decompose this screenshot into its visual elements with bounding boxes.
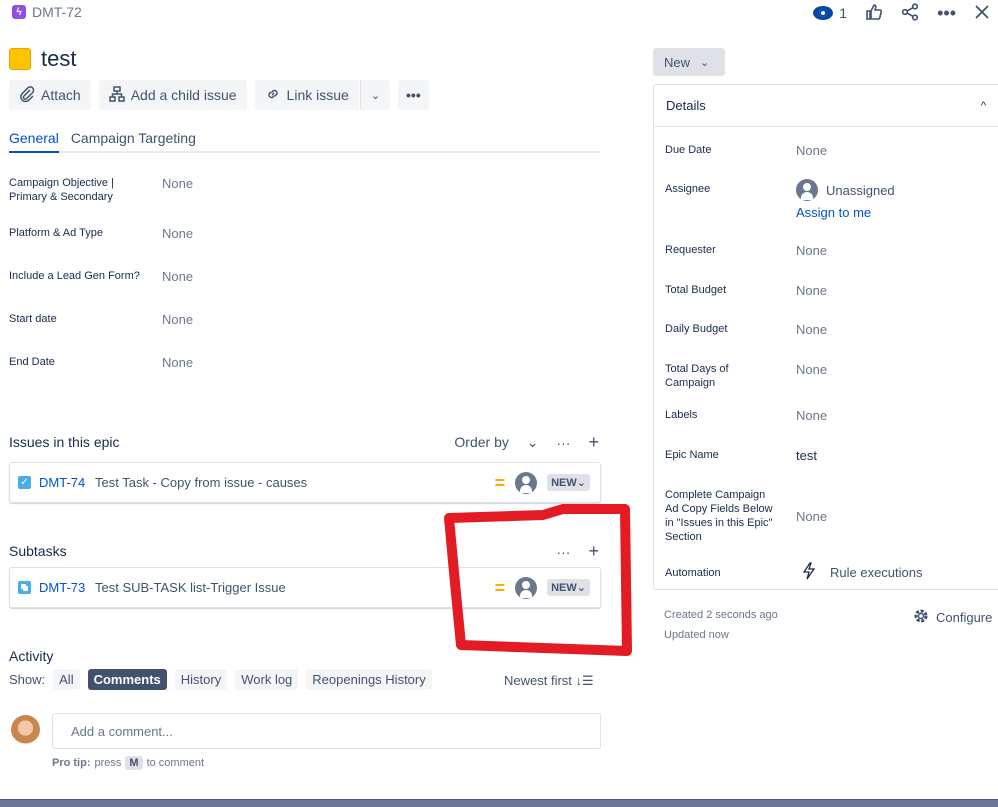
title-row: test	[9, 46, 76, 72]
subtask-icon	[18, 581, 31, 594]
more-actions-button[interactable]: •••	[398, 80, 429, 110]
detail-requester: Requester None	[665, 243, 828, 258]
issue-title[interactable]: test	[41, 46, 76, 72]
issue-key[interactable]: DMT-72	[32, 4, 82, 20]
link-issue-dropdown[interactable]: ⌄	[359, 80, 391, 110]
eye-icon	[813, 6, 834, 20]
filter-all[interactable]: All	[53, 669, 80, 690]
status-dropdown[interactable]: NEW⌄	[547, 579, 590, 596]
priority-medium-icon: =	[494, 472, 506, 493]
issue-actions: 1 •••	[813, 2, 990, 24]
subtasks-actions: ··· +	[556, 541, 599, 562]
status-dropdown[interactable]: NEW⌄	[547, 474, 590, 491]
field-platform-ad-type: Platform & Ad Type None	[9, 226, 194, 241]
order-by-button[interactable]: Order by ⌄	[454, 434, 538, 451]
share-icon[interactable]	[901, 2, 919, 24]
issue-key-link[interactable]: DMT-73	[39, 580, 95, 595]
keyboard-shortcut: M	[125, 756, 143, 770]
more-icon[interactable]: ···	[556, 544, 570, 560]
filter-reopenings-history[interactable]: Reopenings History	[306, 669, 432, 690]
chevron-down-icon: ⌄	[700, 56, 710, 69]
epic-issues-actions: Order by ⌄ ··· +	[454, 432, 599, 453]
attach-button[interactable]: Attach	[9, 80, 91, 110]
sort-order-button[interactable]: Newest first ↓☰	[504, 673, 594, 689]
detail-automation: Automation Rule executions	[665, 562, 923, 583]
watch-button[interactable]: 1	[813, 5, 847, 21]
gear-icon	[912, 607, 930, 628]
configure-button[interactable]: Configure	[912, 607, 992, 628]
subtask-row[interactable]: DMT-73 Test SUB-TASK list-Trigger Issue …	[9, 567, 601, 608]
add-icon[interactable]: +	[588, 541, 599, 562]
subtasks-title: Subtasks	[9, 543, 67, 559]
chevron-down-icon: ⌄	[370, 89, 381, 102]
details-header[interactable]: Details ^	[654, 85, 998, 127]
add-icon[interactable]: +	[588, 432, 599, 453]
watch-count: 1	[839, 5, 848, 21]
link-issue-button[interactable]: Link issue	[254, 80, 359, 110]
epic-color-icon	[9, 48, 31, 70]
detail-daily-budget: Daily Budget None	[665, 322, 828, 337]
unassigned-avatar-icon[interactable]	[515, 576, 538, 599]
tab-general[interactable]: General	[9, 130, 59, 153]
link-icon	[265, 86, 281, 105]
hierarchy-icon	[108, 85, 125, 105]
epic-issues-title: Issues in this epic	[9, 434, 120, 450]
more-icon[interactable]: •••	[937, 4, 956, 22]
filter-comments[interactable]: Comments	[87, 669, 167, 690]
epic-issue-row[interactable]: ✓ DMT-74 Test Task - Copy from issue - c…	[9, 462, 601, 503]
comment-input[interactable]: Add a comment...	[52, 713, 601, 749]
detail-epic-name: Epic Name test	[665, 448, 817, 463]
add-child-issue-button[interactable]: Add a child issue	[98, 80, 247, 110]
field-lead-gen-form: Include a Lead Gen Form? None	[9, 269, 194, 284]
issue-summary[interactable]: Test Task - Copy from issue - causes	[95, 475, 495, 490]
issue-key-link[interactable]: DMT-74	[39, 475, 95, 490]
activity-filters: Show: All Comments History Work log Reop…	[9, 669, 432, 690]
rule-executions-link[interactable]: Rule executions	[830, 565, 923, 580]
detail-complete-campaign: Complete Campaign Ad Copy Fields Below i…	[665, 489, 828, 543]
assign-to-me-link[interactable]: Assign to me	[796, 205, 895, 220]
lightning-icon	[802, 562, 816, 583]
breadcrumb[interactable]: ϟ DMT-72	[12, 4, 82, 20]
updated-time: Updated now	[664, 629, 729, 641]
thumbs-up-icon[interactable]	[865, 3, 883, 24]
close-icon[interactable]	[974, 4, 990, 23]
unassigned-avatar-icon[interactable]	[515, 471, 538, 494]
taskbar	[0, 799, 998, 807]
issue-summary[interactable]: Test SUB-TASK list-Trigger Issue	[95, 580, 495, 595]
more-icon[interactable]: ···	[556, 435, 570, 451]
field-tabs: General Campaign Targeting	[9, 130, 601, 153]
more-icon: •••	[406, 87, 421, 103]
tab-campaign-targeting[interactable]: Campaign Targeting	[71, 130, 196, 151]
chevron-up-icon: ^	[980, 99, 986, 112]
sort-icon: ↓☰	[575, 673, 594, 688]
created-time: Created 2 seconds ago	[664, 609, 778, 621]
paperclip-icon	[19, 85, 35, 105]
detail-assignee: Assignee Unassigned Assign to me	[665, 179, 895, 220]
details-panel: Details ^ Due Date None Assignee Unassig…	[653, 84, 998, 590]
detail-total-days: Total Days of Campaign None	[665, 362, 828, 389]
task-checkbox-icon: ✓	[18, 476, 31, 489]
field-campaign-objective: Campaign Objective | Primary & Secondary…	[9, 176, 194, 203]
priority-medium-icon: =	[494, 577, 506, 598]
epic-lightning-icon: ϟ	[12, 5, 26, 19]
filter-history[interactable]: History	[174, 669, 228, 690]
user-avatar	[11, 715, 40, 744]
filter-work-log[interactable]: Work log	[235, 669, 299, 690]
activity-title: Activity	[9, 648, 54, 664]
detail-labels: Labels None	[665, 408, 828, 423]
pro-tip: Pro tip: press M to comment	[52, 756, 205, 770]
status-button[interactable]: New ⌄	[653, 48, 725, 76]
detail-total-budget: Total Budget None	[665, 283, 828, 298]
field-end-date: End Date None	[9, 355, 194, 370]
field-start-date: Start date None	[9, 312, 194, 327]
issue-toolbar: Attach Add a child issue Link issue ⌄ ••…	[9, 80, 429, 110]
chevron-down-icon: ⌄	[526, 434, 539, 450]
detail-due-date: Due Date None	[665, 143, 828, 158]
unassigned-avatar-icon	[796, 179, 818, 201]
